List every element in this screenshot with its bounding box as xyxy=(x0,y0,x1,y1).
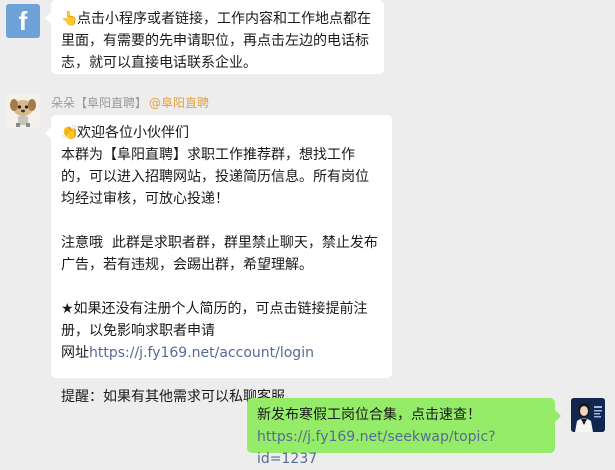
message-2-url-line: 网址https://j.fy169.net/account/login xyxy=(61,342,382,364)
login-link[interactable]: https://j.fy169.net/account/login xyxy=(89,345,314,361)
message-bubble-3[interactable]: 新发布寒假工岗位合集，点击速查！ https://j.fy169.net/see… xyxy=(247,398,561,467)
dog-avatar-icon xyxy=(6,94,40,128)
self-avatar[interactable] xyxy=(571,398,605,432)
topic-link[interactable]: https://j.fy169.net/seekwap/topic?id=123… xyxy=(257,426,545,470)
sender-name: 朵朵【阜阳直聘】 xyxy=(51,96,148,110)
sender-avatar[interactable] xyxy=(6,94,40,128)
message-2-para-1: 本群为【阜阳直聘】求职工作推荐群，想找工作的，可以进入招聘网站，投递简历信息。所… xyxy=(61,147,369,207)
message-2-para-3: ★如果还没有注册个人简历的，可点击链接提前注册，以免影响求职者申请 xyxy=(61,301,368,339)
message-1-text: 点击小程序或者链接，工作内容和工作地点都在里面，有需要的先申请职位，再点击左边的… xyxy=(61,11,371,71)
message-bubble-2[interactable]: 👏欢迎各位小伙伴们 本群为【阜阳直聘】求职工作推荐群，想找工作的，可以进入招聘网… xyxy=(45,115,392,405)
message-2-para-2: 注意哦 此群是求职者群，群里禁止聊天，禁止发布广告，若有违规，会踢出群，希望理解… xyxy=(61,235,378,273)
message-bubble-1[interactable]: 👆点击小程序或者链接，工作内容和工作地点都在里面，有需要的先申请职位，再点击左边… xyxy=(45,0,384,74)
pointing-up-emoji-icon: 👆 xyxy=(61,11,79,27)
message-3-text: 新发布寒假工岗位合集，点击速查！ xyxy=(257,407,481,423)
clapping-hands-emoji-icon: 👏 xyxy=(61,125,79,141)
woman-avatar-icon xyxy=(571,398,605,432)
greeting-text: 欢迎各位小伙伴们 xyxy=(77,125,189,141)
sender-name-line: 朵朵【阜阳直聘】 @阜阳直聘 xyxy=(51,95,209,111)
sender-avatar-top[interactable]: f xyxy=(6,4,40,38)
sender-mention[interactable]: @阜阳直聘 xyxy=(149,96,209,110)
facebook-logo-icon: f xyxy=(18,6,28,36)
url-prefix: 网址 xyxy=(61,345,89,361)
message-2-greeting: 👏欢迎各位小伙伴们 xyxy=(61,122,382,144)
message-1-content: 👆点击小程序或者链接，工作内容和工作地点都在里面，有需要的先申请职位，再点击左边… xyxy=(61,8,374,74)
